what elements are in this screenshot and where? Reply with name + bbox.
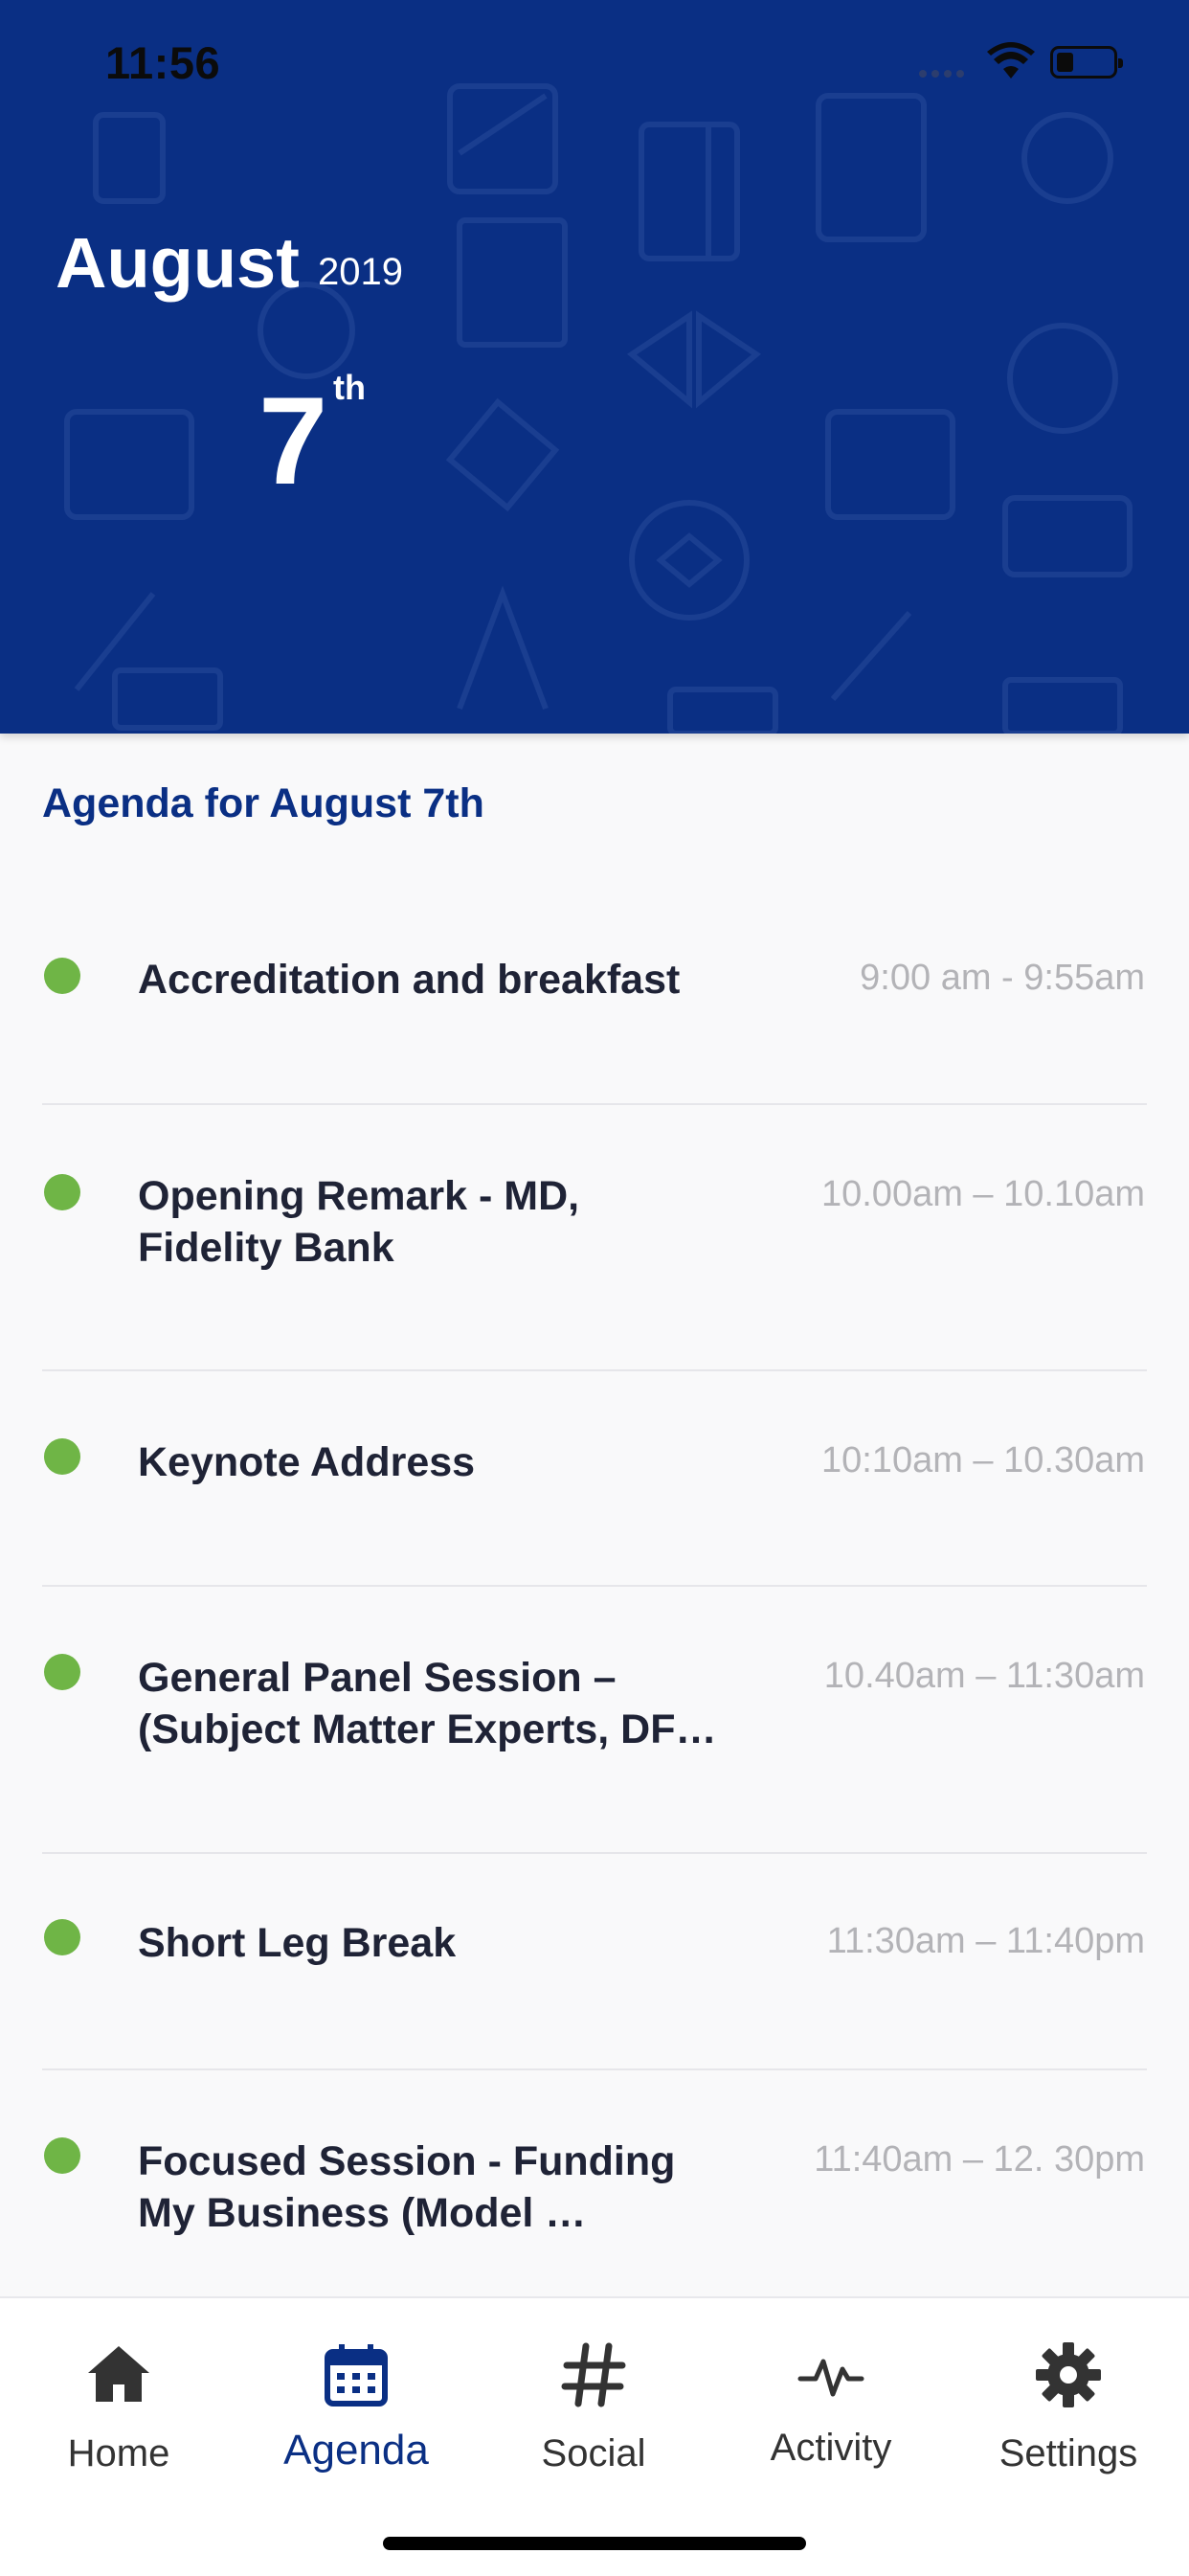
agenda-item-time: 11:40am – 12. 30pm — [814, 2139, 1145, 2180]
agenda-item-time: 10.00am – 10.10am — [820, 1174, 1145, 1214]
agenda-item-title: Keynote Address — [138, 1439, 476, 1485]
status-dot — [44, 1438, 80, 1475]
date-header: 11:56 August 2019 7 th — [0, 0, 1189, 734]
tab-label: Home — [67, 2432, 170, 2474]
header-day: 7 — [258, 371, 328, 510]
agenda-item[interactable]: General Panel Session – (Subject Matter … — [0, 1587, 1189, 1853]
header-day-suffix: th — [333, 368, 366, 407]
tab-settings[interactable]: Settings — [950, 2298, 1187, 2509]
gear-icon — [1036, 2342, 1101, 2407]
wifi-icon — [987, 42, 1035, 79]
tab-label: Activity — [770, 2427, 892, 2469]
agenda-title: Agenda for August 7th — [42, 780, 484, 826]
agenda-item[interactable]: Focused Session - Funding My Business (M… — [0, 2070, 1189, 2291]
agenda-item[interactable]: Short Leg Break 11:30am – 11:40pm — [0, 1854, 1189, 2067]
agenda-item-title: Opening Remark - MD, Fidelity Bank — [138, 1173, 580, 1271]
agenda-item-time: 11:30am – 11:40pm — [826, 1921, 1145, 1961]
agenda-item-time: 9:00 am - 9:55am — [860, 958, 1145, 998]
agenda-item-title: Accreditation and breakfast — [138, 957, 681, 1003]
home-indicator — [383, 2537, 806, 2550]
tab-label: Settings — [998, 2432, 1138, 2474]
background-pattern — [64, 83, 1133, 734]
tab-label: Social — [541, 2432, 646, 2474]
hashtag-icon — [561, 2342, 626, 2407]
agenda-item[interactable]: Opening Remark - MD, Fidelity Bank 10.00… — [0, 1105, 1189, 1369]
agenda-item-title: Short Leg Break — [138, 1920, 457, 1966]
activity-icon — [797, 2359, 864, 2397]
tab-home[interactable]: Home — [0, 2298, 237, 2509]
agenda-item-time: 10:10am – 10.30am — [820, 1440, 1145, 1480]
status-dot — [44, 1654, 80, 1690]
tab-label: Agenda — [283, 2427, 429, 2474]
calendar-icon — [325, 2344, 388, 2407]
agenda-item[interactable]: Keynote Address 10:10am – 10.30am — [0, 1371, 1189, 1584]
header-year: 2019 — [318, 251, 403, 293]
status-dot — [44, 958, 80, 994]
header-month: August — [56, 223, 300, 303]
home-icon — [88, 2346, 149, 2402]
agenda-item[interactable]: Accreditation and breakfast 9:00 am - 9:… — [0, 910, 1189, 1092]
status-dot — [44, 1174, 80, 1210]
status-bar-time: 11:56 — [105, 37, 221, 88]
tab-agenda[interactable]: Agenda — [237, 2298, 475, 2509]
tab-activity[interactable]: Activity — [712, 2298, 950, 2509]
status-dot — [44, 1919, 80, 1955]
agenda-item-title: Focused Session - Funding My Business (M… — [138, 2138, 676, 2236]
signal-icon — [919, 65, 969, 78]
status-dot — [44, 2137, 80, 2174]
agenda-item-title: General Panel Session – (Subject Matter … — [138, 1655, 717, 1752]
tab-social[interactable]: Social — [475, 2298, 712, 2509]
agenda-item-time: 10.40am – 11:30am — [823, 1656, 1145, 1696]
tab-bar: Home Agenda Social Activity Settings — [0, 2296, 1189, 2576]
battery-icon — [1050, 46, 1123, 79]
